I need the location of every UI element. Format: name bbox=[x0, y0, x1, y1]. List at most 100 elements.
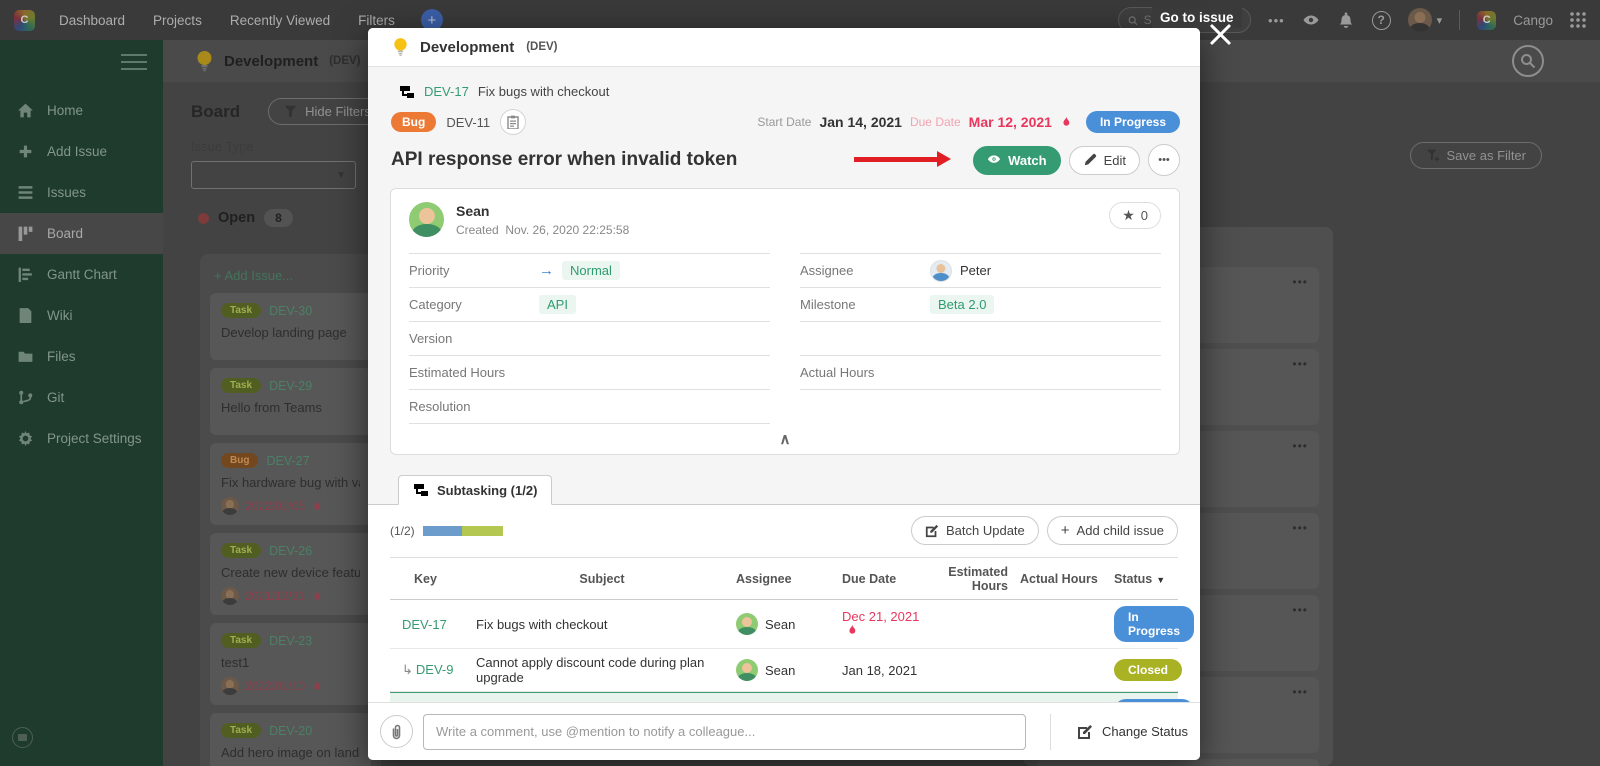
board-search-icon[interactable] bbox=[1512, 45, 1544, 77]
card-menu-ellipsis-icon[interactable]: ••• bbox=[1292, 521, 1308, 535]
help-icon[interactable]: ? bbox=[1372, 11, 1391, 30]
field-value[interactable]: Normal bbox=[562, 261, 620, 280]
notifications-bell-icon[interactable] bbox=[1337, 11, 1355, 29]
sidebar-item-label: Project Settings bbox=[47, 431, 142, 446]
change-status-button[interactable]: Change Status bbox=[1077, 724, 1188, 740]
overdue-fire-icon bbox=[1060, 115, 1072, 129]
watch-eye-icon[interactable] bbox=[1302, 11, 1320, 29]
paperclip-icon bbox=[389, 724, 404, 740]
save-as-filter-button[interactable]: Save as Filter bbox=[1410, 142, 1542, 169]
sidebar-item-home[interactable]: Home bbox=[0, 90, 163, 131]
subtask-key-link[interactable]: DEV-9 bbox=[416, 662, 454, 677]
subtask-row[interactable]: ↳DEV-9 Cannot apply discount code during… bbox=[390, 649, 1178, 692]
sidebar-item-wiki[interactable]: Wiki bbox=[0, 295, 163, 336]
sidebar-item-issues[interactable]: Issues bbox=[0, 172, 163, 213]
field-label: Priority bbox=[409, 263, 539, 278]
sidebar-item-files[interactable]: Files bbox=[0, 336, 163, 377]
assignee-avatar bbox=[736, 613, 758, 635]
sidebar-item-project-settings[interactable]: Project Settings bbox=[0, 418, 163, 459]
board-card[interactable]: TaskDEV-23 test1 2022/01/10 bbox=[210, 623, 371, 705]
field-value[interactable]: Beta 2.0 bbox=[930, 295, 994, 314]
issue-key-link[interactable]: DEV-27 bbox=[266, 454, 309, 468]
tab-subtasking[interactable]: Subtasking (1/2) bbox=[398, 475, 552, 505]
attach-file-button[interactable] bbox=[380, 715, 413, 748]
issue-type-badge: Task bbox=[221, 633, 261, 648]
subtask-subject: Cannot apply discount code during plan u… bbox=[476, 655, 728, 685]
fields-left-column: Priority → Normal Category API Version bbox=[409, 253, 770, 424]
space-logo-icon[interactable]: C bbox=[1477, 11, 1496, 30]
sidebar-collapse-menu-icon[interactable] bbox=[121, 54, 147, 70]
nav-recently-viewed[interactable]: Recently Viewed bbox=[230, 13, 330, 28]
sidebar-item-add-issue[interactable]: Add Issue bbox=[0, 131, 163, 172]
issue-type-badge: Bug bbox=[221, 453, 258, 468]
watch-button[interactable]: Watch bbox=[973, 146, 1061, 175]
issue-key-link[interactable]: DEV-26 bbox=[269, 544, 312, 558]
status-badge[interactable]: Closed bbox=[1114, 659, 1182, 681]
col-status[interactable]: Status▼ bbox=[1114, 572, 1178, 586]
card-menu-ellipsis-icon[interactable]: ••• bbox=[1292, 439, 1308, 453]
issue-key-link[interactable]: DEV-29 bbox=[269, 379, 312, 393]
collapse-chevron-icon[interactable]: ∧ bbox=[409, 424, 1161, 450]
board-card[interactable]: TaskDEV-26 Create new device feature 202… bbox=[210, 533, 371, 615]
ellipsis-icon: ••• bbox=[1158, 154, 1170, 166]
sidebar-item-gantt-chart[interactable]: Gantt Chart bbox=[0, 254, 163, 295]
issue-key-link[interactable]: DEV-30 bbox=[269, 304, 312, 318]
col-actual-hours: Actual Hours bbox=[1020, 572, 1106, 586]
nav-projects[interactable]: Projects bbox=[153, 13, 202, 28]
board-card[interactable]: TaskDEV-20 Add hero image on landing p 2… bbox=[210, 713, 371, 766]
space-name[interactable]: Cango bbox=[1513, 13, 1553, 28]
nav-dashboard[interactable]: Dashboard bbox=[59, 13, 125, 28]
batch-update-button[interactable]: Batch Update bbox=[911, 516, 1039, 545]
issue-type-select[interactable]: ▼ bbox=[191, 161, 356, 189]
more-actions-button[interactable]: ••• bbox=[1148, 144, 1180, 176]
subtask-key-link[interactable]: DEV-17 bbox=[402, 617, 447, 632]
sidebar-item-board[interactable]: Board bbox=[0, 213, 163, 254]
project-title[interactable]: Development bbox=[224, 53, 318, 70]
board-card[interactable]: BugDEV-27 Fix hardware bug with vacu 202… bbox=[210, 443, 371, 525]
app-logo-icon[interactable]: C bbox=[14, 10, 35, 31]
assignee-value[interactable]: Peter bbox=[930, 260, 991, 282]
add-child-issue-button[interactable]: + Add child issue bbox=[1047, 516, 1178, 545]
home-icon bbox=[17, 102, 34, 119]
card-menu-ellipsis-icon[interactable]: ••• bbox=[1292, 275, 1308, 289]
issue-key-link[interactable]: DEV-23 bbox=[269, 634, 312, 648]
due-date: 2021/12/31 bbox=[245, 589, 305, 603]
parent-issue-key-link[interactable]: DEV-17 bbox=[424, 84, 469, 99]
user-menu-caret-icon[interactable]: ▾ bbox=[1437, 14, 1443, 27]
edit-button[interactable]: Edit bbox=[1069, 146, 1140, 175]
issue-title: Add hero image on landing p bbox=[221, 745, 360, 760]
subtask-icon bbox=[413, 483, 429, 497]
sidebar-item-git[interactable]: Git bbox=[0, 377, 163, 418]
comment-input[interactable] bbox=[423, 714, 1026, 750]
card-menu-ellipsis-icon[interactable]: ••• bbox=[1292, 603, 1308, 617]
status-badge[interactable]: In Progress bbox=[1086, 111, 1180, 133]
status-badge[interactable]: In Progress bbox=[1114, 606, 1194, 642]
sidebar-bottom-widget-icon[interactable] bbox=[12, 727, 33, 748]
sidebar-item-label: Add Issue bbox=[47, 144, 107, 159]
modal-project-title: Development bbox=[420, 39, 514, 56]
footer-divider bbox=[1050, 714, 1051, 750]
copy-key-button[interactable] bbox=[500, 109, 526, 135]
add-issue-link[interactable]: + Add Issue... bbox=[214, 268, 371, 283]
subtask-row[interactable]: DEV-17 Fix bugs with checkout Sean Dec 2… bbox=[390, 600, 1178, 649]
issue-key-link[interactable]: DEV-20 bbox=[269, 724, 312, 738]
edit-label: Edit bbox=[1104, 153, 1126, 168]
apps-grid-icon[interactable] bbox=[1570, 12, 1586, 28]
topbar-more-icon[interactable]: ••• bbox=[1268, 13, 1285, 28]
field-value[interactable]: API bbox=[539, 295, 576, 314]
issue-meta-row: Bug DEV-11 Start Date Jan 14, 2021 Due D… bbox=[391, 109, 1180, 135]
nav-filters[interactable]: Filters bbox=[358, 13, 395, 28]
issue-title: Create new device feature bbox=[221, 565, 360, 580]
card-menu-ellipsis-icon[interactable]: ••• bbox=[1292, 685, 1308, 699]
plus-icon: + bbox=[1061, 522, 1070, 539]
user-avatar[interactable] bbox=[1408, 8, 1432, 32]
board-card[interactable]: TaskDEV-30 Develop landing page bbox=[210, 293, 371, 360]
board-card[interactable]: ••• bbox=[1037, 759, 1319, 766]
board-card[interactable]: TaskDEV-29 Hello from Teams bbox=[210, 368, 371, 435]
modal-header: Development (DEV) bbox=[368, 28, 1200, 67]
card-menu-ellipsis-icon[interactable]: ••• bbox=[1292, 357, 1308, 371]
sidebar-item-label: Home bbox=[47, 103, 83, 118]
close-icon[interactable] bbox=[1207, 21, 1234, 48]
author-row: Sean Created Nov. 26, 2020 22:25:58 ★ 0 bbox=[409, 202, 1161, 237]
star-button[interactable]: ★ 0 bbox=[1109, 202, 1161, 229]
